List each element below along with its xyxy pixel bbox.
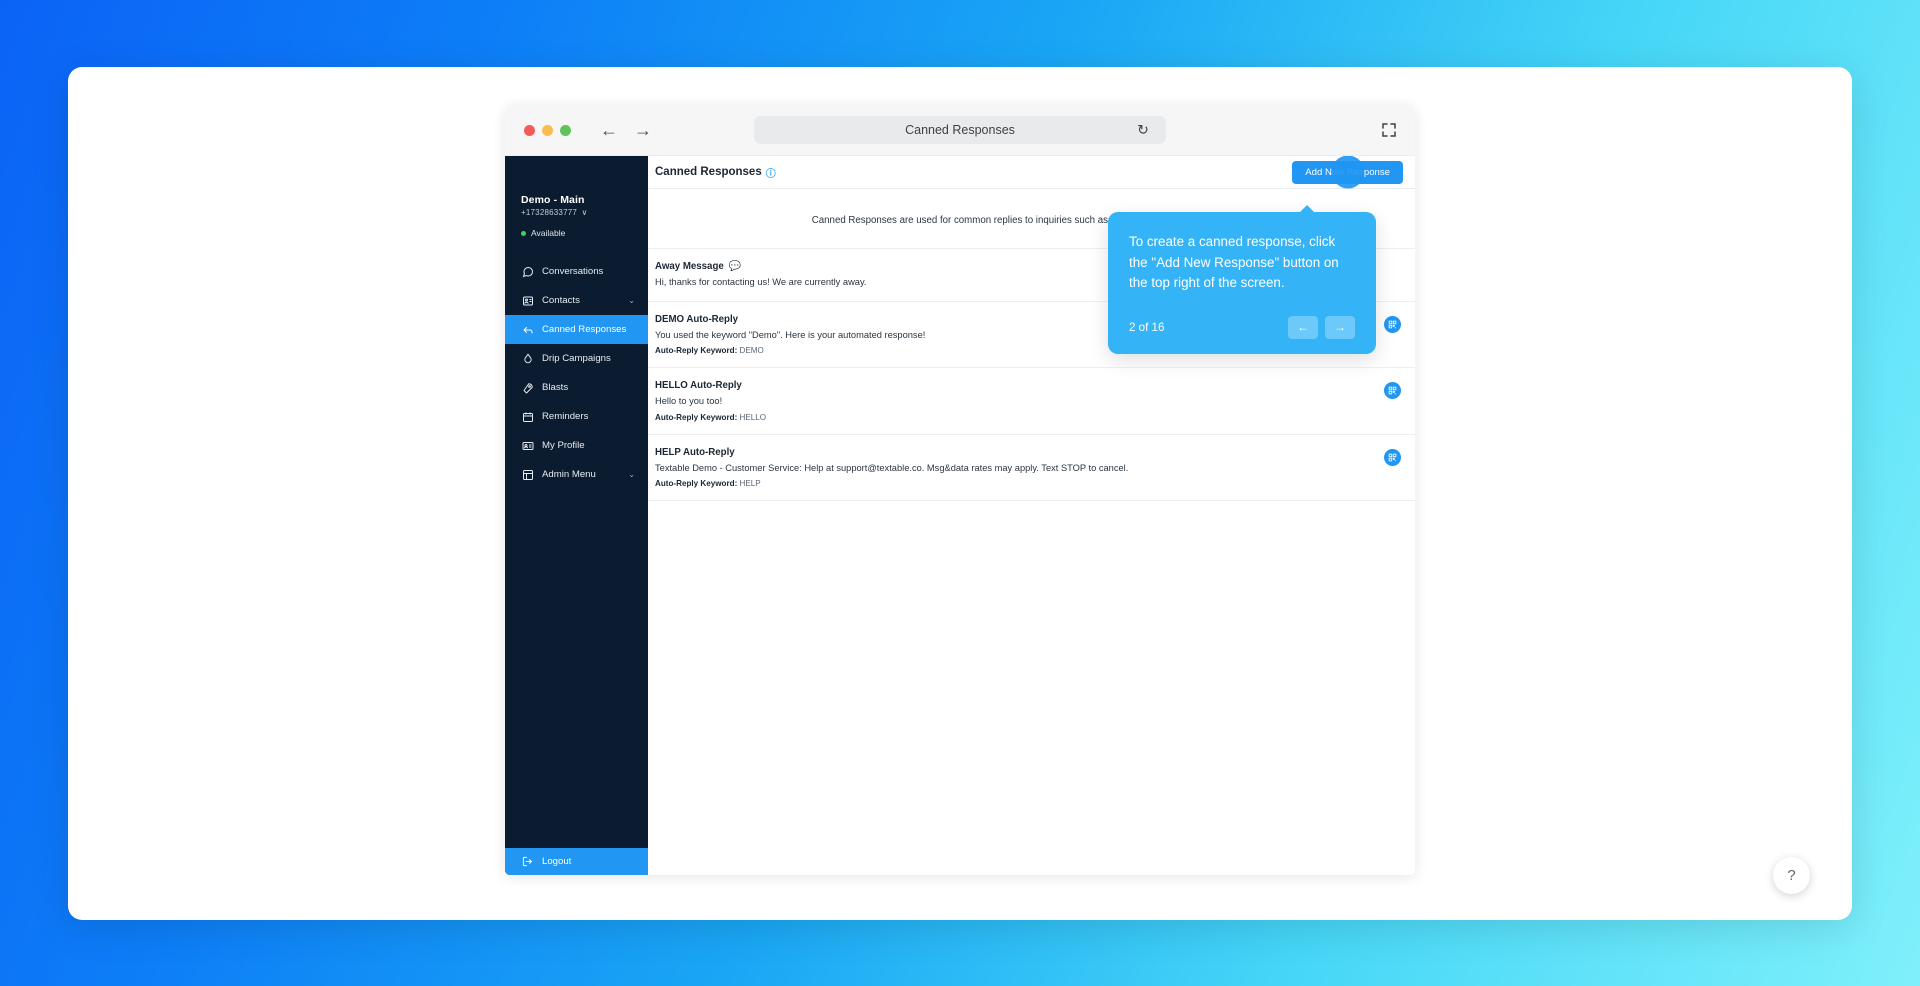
sidebar-item-label: Canned Responses bbox=[542, 324, 627, 335]
sidebar-item-canned-responses[interactable]: Canned Responses bbox=[505, 315, 648, 344]
sidebar-item-admin-menu[interactable]: Admin Menu ⌄ bbox=[505, 460, 648, 489]
sidebar-item-contacts[interactable]: Contacts ⌄ bbox=[505, 286, 648, 315]
keyword-label: Auto-Reply Keyword: bbox=[655, 479, 738, 489]
expand-icon[interactable] bbox=[1381, 122, 1397, 138]
app-card: ← → Canned Responses ↻ Demo - Main +1732… bbox=[68, 67, 1852, 920]
account-switcher[interactable]: Demo - Main +17328633777 ∨ Available bbox=[505, 156, 648, 238]
sidebar-item-label: Conversations bbox=[542, 266, 604, 277]
coachmark-next-button[interactable]: → bbox=[1325, 315, 1355, 339]
list-item-title-text: DEMO Auto-Reply bbox=[655, 313, 739, 325]
status-label: Available bbox=[531, 228, 566, 238]
logout-button[interactable]: Logout bbox=[505, 848, 648, 875]
qr-code-icon[interactable] bbox=[1384, 382, 1401, 400]
list-item-keyword: Auto-Reply Keyword: HELLO bbox=[655, 413, 1384, 422]
account-phone[interactable]: +17328633777 ∨ bbox=[521, 208, 648, 217]
app-body: Demo - Main +17328633777 ∨ Available Con… bbox=[505, 156, 1415, 875]
coachmark-nav: ← → bbox=[1288, 315, 1355, 339]
add-new-response-label: Add New Response bbox=[1305, 166, 1390, 178]
keyword-value: HELP bbox=[739, 479, 761, 489]
main-content: Canned Responses ⓘ Add New Response Cann… bbox=[648, 156, 1415, 875]
main-header: Canned Responses ⓘ Add New Response bbox=[648, 156, 1415, 189]
keyword-label: Auto-Reply Keyword: bbox=[655, 412, 738, 422]
logout-label: Logout bbox=[542, 856, 572, 867]
list-item-keyword: Auto-Reply Keyword: HELP bbox=[655, 479, 1384, 488]
browser-window: ← → Canned Responses ↻ Demo - Main +1732… bbox=[505, 105, 1415, 875]
qr-code-icon[interactable] bbox=[1384, 448, 1401, 466]
sidebar-item-drip-campaigns[interactable]: Drip Campaigns bbox=[505, 344, 648, 373]
keyword-label: Auto-Reply Keyword: bbox=[655, 346, 738, 356]
sidebar-item-conversations[interactable]: Conversations bbox=[505, 257, 648, 286]
help-fab-button[interactable]: ? bbox=[1773, 857, 1810, 894]
sidebar-item-label: Admin Menu bbox=[542, 469, 596, 480]
address-bar[interactable]: Canned Responses ↻ bbox=[754, 116, 1166, 144]
account-phone-value: +17328633777 bbox=[521, 208, 578, 217]
list-item-content: HELLO Auto-Reply Hello to you too! Auto-… bbox=[655, 380, 1384, 422]
sidebar-nav: Conversations Contacts ⌄ Canned Response… bbox=[505, 257, 648, 489]
forward-arrow-icon[interactable]: → bbox=[634, 121, 652, 139]
coachmark-footer: 2 of 16 ← → bbox=[1129, 315, 1355, 339]
sidebar-item-label: Blasts bbox=[542, 382, 569, 393]
chat-icon bbox=[521, 265, 534, 278]
sidebar-item-blasts[interactable]: Blasts bbox=[505, 373, 648, 402]
list-item-body: Hello to you too! bbox=[655, 396, 723, 407]
list-item-title-text: HELP Auto-Reply bbox=[655, 446, 735, 458]
back-arrow-icon[interactable]: ← bbox=[600, 121, 618, 139]
sidebar-item-label: Reminders bbox=[542, 411, 589, 422]
calendar-icon bbox=[521, 410, 534, 423]
droplet-icon bbox=[521, 352, 534, 365]
status-dot-icon bbox=[521, 230, 526, 236]
list-item-title: HELP Auto-Reply bbox=[655, 447, 1384, 458]
browser-toolbar: ← → Canned Responses ↻ bbox=[505, 105, 1415, 156]
sidebar-item-label: My Profile bbox=[542, 440, 585, 451]
admin-panel-icon bbox=[521, 468, 534, 481]
status-badge[interactable]: Available bbox=[521, 228, 648, 238]
coachmark-tooltip: To create a canned response, click the "… bbox=[1108, 205, 1376, 354]
question-circle-icon[interactable]: ⓘ bbox=[766, 165, 776, 180]
chevron-down-icon[interactable]: ⌄ bbox=[628, 470, 635, 479]
list-item[interactable]: HELLO Auto-Reply Hello to you too! Auto-… bbox=[648, 368, 1415, 435]
list-item-body: Textable Demo - Customer Service: Help a… bbox=[655, 462, 1129, 473]
window-traffic-lights[interactable] bbox=[524, 124, 571, 136]
minimize-window-button[interactable] bbox=[542, 124, 553, 136]
logout-icon bbox=[521, 855, 534, 868]
coachmark-counter: 2 of 16 bbox=[1129, 320, 1165, 334]
sidebar-item-reminders[interactable]: Reminders bbox=[505, 402, 648, 431]
sidebar-item-label: Drip Campaigns bbox=[542, 353, 611, 364]
reply-icon bbox=[521, 323, 534, 336]
coachmark-arrow bbox=[1299, 205, 1315, 213]
id-badge-icon bbox=[521, 439, 534, 452]
keyword-value: HELLO bbox=[739, 412, 767, 422]
reload-icon[interactable]: ↻ bbox=[1134, 122, 1152, 139]
keyword-value: DEMO bbox=[739, 346, 764, 356]
sidebar-item-my-profile[interactable]: My Profile bbox=[505, 431, 648, 460]
list-item-content: HELP Auto-Reply Textable Demo - Customer… bbox=[655, 447, 1384, 489]
coachmark-prev-button[interactable]: ← bbox=[1288, 315, 1318, 339]
chevron-down-icon: ∨ bbox=[581, 208, 588, 217]
sidebar-item-label: Contacts bbox=[542, 295, 580, 306]
list-item-title-text: Away Message bbox=[655, 261, 724, 272]
page-title: Canned Responses ⓘ bbox=[655, 165, 776, 180]
sidebar: Demo - Main +17328633777 ∨ Available Con… bbox=[505, 156, 648, 875]
coachmark-text: To create a canned response, click the "… bbox=[1129, 234, 1339, 291]
address-bar-title: Canned Responses bbox=[905, 123, 1015, 137]
contact-card-icon bbox=[521, 294, 534, 307]
chevron-down-icon[interactable]: ⌄ bbox=[628, 296, 635, 305]
browser-nav-arrows[interactable]: ← → bbox=[600, 121, 652, 139]
rocket-icon bbox=[521, 381, 534, 394]
add-new-response-button[interactable]: Add New Response bbox=[1292, 156, 1403, 189]
account-name: Demo - Main bbox=[521, 194, 585, 206]
maximize-window-button[interactable] bbox=[560, 124, 571, 136]
close-window-button[interactable] bbox=[524, 124, 535, 136]
list-item[interactable]: HELP Auto-Reply Textable Demo - Customer… bbox=[648, 435, 1415, 502]
page-title-text: Canned Responses bbox=[655, 166, 762, 178]
qr-code-icon[interactable] bbox=[1384, 315, 1401, 333]
chat-bubble-icon: 💬 bbox=[728, 261, 742, 272]
list-item-title: HELLO Auto-Reply bbox=[655, 380, 1384, 391]
list-item-title-text: HELLO Auto-Reply bbox=[655, 380, 742, 392]
